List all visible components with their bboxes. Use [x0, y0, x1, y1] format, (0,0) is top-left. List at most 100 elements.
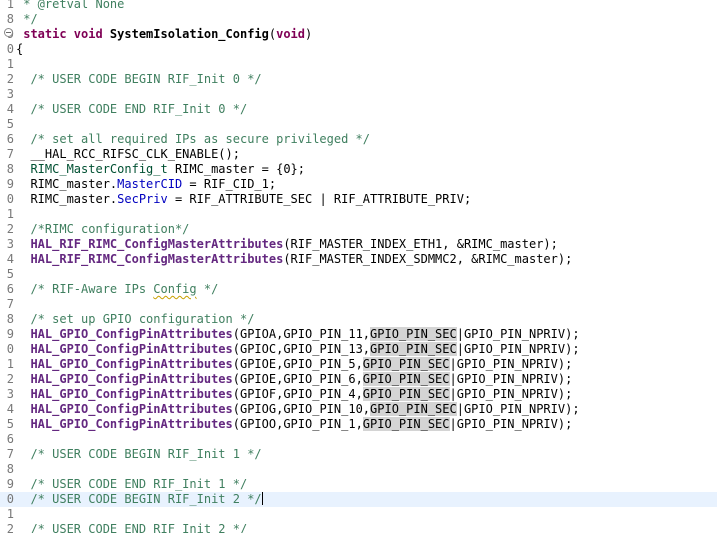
- code-text: /* USER CODE BEGIN RIF_Init 1 */: [16, 447, 262, 462]
- code-token: = RIF_CID_1;: [182, 177, 277, 191]
- code-token: (GPIOG,GPIO_PIN_10,: [232, 402, 371, 416]
- code-line[interactable]: 0 HAL_GPIO_ConfigPinAttributes(GPIOC,GPI…: [0, 342, 717, 357]
- line-number: 6: [6, 282, 14, 296]
- code-token: void: [276, 27, 306, 41]
- code-line[interactable]: 7 /* USER CODE BEGIN RIF_Init 1 */: [0, 447, 717, 462]
- line-number: 5: [6, 117, 14, 131]
- code-text: HAL_GPIO_ConfigPinAttributes(GPIOO,GPIO_…: [16, 417, 572, 432]
- highlighted-occurrence: GPIO_PIN_SEC: [362, 357, 450, 371]
- code-line[interactable]: 5 HAL_GPIO_ConfigPinAttributes(GPIOO,GPI…: [0, 417, 717, 432]
- code-text: static void SystemIsolation_Config(void): [16, 27, 312, 42]
- code-line[interactable]: 7 __HAL_RCC_RIFSC_CLK_ENABLE();: [0, 147, 717, 162]
- code-line[interactable]: 3: [0, 87, 717, 102]
- line-number: 0: [6, 342, 14, 356]
- code-line[interactable]: 5: [0, 117, 717, 132]
- code-token: /* set all required IPs as secure privil…: [16, 132, 371, 146]
- line-number: 6: [6, 132, 14, 146]
- code-line[interactable]: 1 * @retval None: [0, 0, 717, 12]
- line-number: 5: [6, 417, 14, 431]
- line-number: 8: [6, 12, 14, 26]
- line-number: 1: [6, 57, 14, 71]
- code-line[interactable]: 1: [0, 57, 717, 72]
- code-token: * @retval None: [16, 0, 125, 11]
- code-text: HAL_RIF_RIMC_ConfigMasterAttributes(RIF_…: [16, 252, 572, 267]
- line-number: 2: [6, 522, 14, 533]
- line-number: 2: [6, 222, 14, 236]
- code-token: HAL_GPIO_ConfigPinAttributes: [30, 417, 233, 431]
- code-text: /* USER CODE BEGIN RIF_Init 2 */: [16, 492, 263, 507]
- code-text: /* USER CODE END RIF_Init 0 */: [16, 102, 247, 117]
- code-line[interactable]: 9 static void SystemIsolation_Config(voi…: [0, 27, 717, 42]
- line-number: 5: [6, 267, 14, 281]
- code-line[interactable]: 6 /* set all required IPs as secure priv…: [0, 132, 717, 147]
- highlighted-occurrence: GPIO_PIN_SEC: [362, 372, 450, 386]
- code-text: /* USER CODE END RIF_Init 2 */: [16, 522, 247, 533]
- code-text: HAL_RIF_RIMC_ConfigMasterAttributes(RIF_…: [16, 237, 557, 252]
- code-line[interactable]: 7: [0, 297, 717, 312]
- code-line[interactable]: 3 HAL_GPIO_ConfigPinAttributes(GPIOF,GPI…: [0, 387, 717, 402]
- code-token: (GPIOA,GPIO_PIN_11,: [232, 327, 371, 341]
- code-token: __HAL_RCC_RIFSC_CLK_ENABLE();: [16, 147, 240, 161]
- code-token: /* RIF-Aware IPs: [16, 282, 154, 296]
- code-line[interactable]: 2 HAL_GPIO_ConfigPinAttributes(GPIOE,GPI…: [0, 372, 717, 387]
- code-token: /* USER CODE BEGIN RIF_Init 2 */: [16, 492, 262, 506]
- current-code-line[interactable]: 0 /* USER CODE BEGIN RIF_Init 2 */: [0, 492, 717, 507]
- code-token: RIMC_master = {0};: [167, 162, 306, 176]
- code-line[interactable]: 8 /* set up GPIO configuration */: [0, 312, 717, 327]
- code-line[interactable]: 4 /* USER CODE END RIF_Init 0 */: [0, 102, 717, 117]
- code-token: |GPIO_PIN_NPRIV);: [456, 327, 580, 341]
- line-number: 1: [6, 207, 14, 221]
- code-token: |GPIO_PIN_NPRIV);: [449, 357, 573, 371]
- code-token: HAL_GPIO_ConfigPinAttributes: [30, 402, 233, 416]
- code-line[interactable]: 0{: [0, 42, 717, 57]
- code-text: /* set up GPIO configuration */: [16, 312, 254, 327]
- code-token: (GPIOE,GPIO_PIN_6,: [232, 372, 363, 386]
- code-line[interactable]: 9 RIMC_master.MasterCID = RIF_CID_1;: [0, 177, 717, 192]
- code-line[interactable]: 9 HAL_GPIO_ConfigPinAttributes(GPIOA,GPI…: [0, 327, 717, 342]
- code-line[interactable]: 3 HAL_RIF_RIMC_ConfigMasterAttributes(RI…: [0, 237, 717, 252]
- code-text: * @retval None: [16, 0, 124, 12]
- code-text: /* set all required IPs as secure privil…: [16, 132, 370, 147]
- code-token: SecPriv: [117, 192, 168, 206]
- code-token: /* USER CODE END RIF_Init 1 */: [16, 477, 248, 491]
- line-number: 1: [6, 0, 14, 11]
- code-text: {: [16, 42, 23, 57]
- code-line[interactable]: 0 RIMC_master.SecPriv = RIF_ATTRIBUTE_SE…: [0, 192, 717, 207]
- code-text: RIMC_master.MasterCID = RIF_CID_1;: [16, 177, 276, 192]
- code-token: |GPIO_PIN_NPRIV);: [449, 387, 573, 401]
- code-line[interactable]: 2 /* USER CODE BEGIN RIF_Init 0 */: [0, 72, 717, 87]
- code-line[interactable]: 8 */: [0, 12, 717, 27]
- code-line[interactable]: 9 /* USER CODE END RIF_Init 1 */: [0, 477, 717, 492]
- code-line[interactable]: 2 /* USER CODE END RIF_Init 2 */: [0, 522, 717, 533]
- code-token: |GPIO_PIN_NPRIV);: [449, 417, 573, 431]
- highlighted-occurrence: GPIO_PIN_SEC: [370, 402, 457, 416]
- code-token: /* USER CODE BEGIN RIF_Init 1 */: [16, 447, 262, 461]
- code-line[interactable]: 1: [0, 507, 717, 522]
- code-text: /*RIMC configuration*/: [16, 222, 189, 237]
- code-editor[interactable]: 1 * @retval None8 */9 static void System…: [0, 0, 717, 533]
- line-number: 9: [6, 327, 14, 341]
- code-line[interactable]: 4 HAL_GPIO_ConfigPinAttributes(GPIOG,GPI…: [0, 402, 717, 417]
- code-token: void: [73, 27, 110, 41]
- code-line[interactable]: 2 /*RIMC configuration*/: [0, 222, 717, 237]
- line-number: 3: [6, 387, 14, 401]
- code-line[interactable]: 8 RIMC_MasterConfig_t RIMC_master = {0};: [0, 162, 717, 177]
- code-line[interactable]: 8: [0, 462, 717, 477]
- code-text: /* USER CODE END RIF_Init 1 */: [16, 477, 247, 492]
- fold-collapse-icon[interactable]: [4, 28, 13, 37]
- code-line[interactable]: 5: [0, 267, 717, 282]
- code-line[interactable]: 6: [0, 432, 717, 447]
- code-line[interactable]: 4 HAL_RIF_RIMC_ConfigMasterAttributes(RI…: [0, 252, 717, 267]
- line-number: 0: [6, 42, 14, 56]
- code-line[interactable]: 1: [0, 207, 717, 222]
- code-line[interactable]: 6 /* RIF-Aware IPs Config */: [0, 282, 717, 297]
- highlighted-occurrence: GPIO_PIN_SEC: [362, 387, 450, 401]
- code-line[interactable]: 1 HAL_GPIO_ConfigPinAttributes(GPIOE,GPI…: [0, 357, 717, 372]
- line-number: 2: [6, 372, 14, 386]
- code-text: HAL_GPIO_ConfigPinAttributes(GPIOA,GPIO_…: [16, 327, 580, 342]
- line-number: 4: [6, 402, 14, 416]
